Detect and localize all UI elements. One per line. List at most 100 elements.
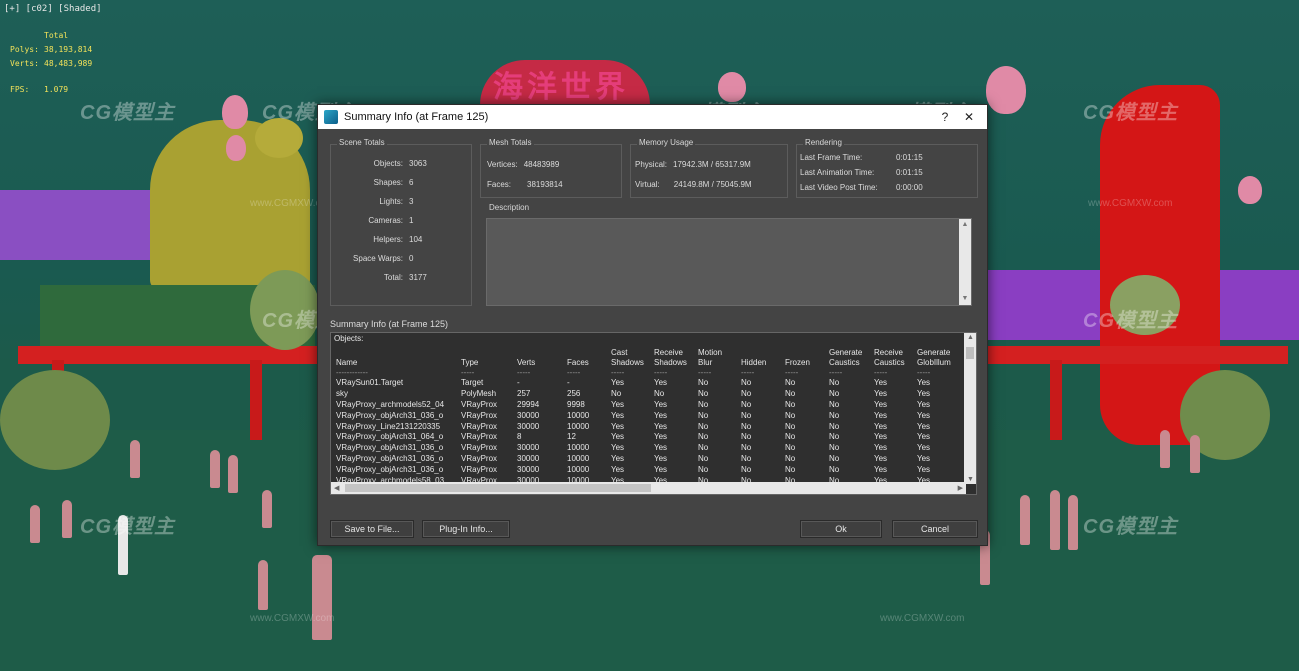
mesh-faces: Faces: 38193814	[487, 180, 563, 189]
objects-summary-list[interactable]: Objects: Name Type Verts Faces Cast Shadows Re…	[330, 332, 977, 495]
table-row[interactable]: sky PolyMesh 257 256 No No No No No No Yes Yes	[336, 389, 962, 400]
viewport-statistics: Total Polys: 38,193,814 Verts: 48,483,989 …	[10, 29, 92, 97]
scene-totals-label: Scene Totals	[337, 138, 387, 147]
table-cell: No	[698, 410, 709, 420]
scene-person	[62, 500, 72, 538]
scene-person	[1050, 490, 1060, 550]
table-cell: No	[741, 421, 752, 431]
scene-tree	[0, 370, 110, 470]
table-cell: No	[741, 410, 752, 420]
table-cell: Yes	[874, 388, 888, 398]
column-header: Type	[461, 358, 479, 367]
table-cell: Yes	[917, 432, 931, 442]
scene-building-left	[0, 190, 150, 260]
watermark-url: www.CGMXW.com	[250, 613, 335, 624]
table-cell: No	[698, 378, 709, 387]
column-header: Verts	[517, 358, 536, 367]
table-row[interactable]: VRayProxy_archmodels52_04 VRayProx 29994 99…	[336, 400, 962, 411]
table-row[interactable]: VRayProxy_objArch31_064_o VRayProx 8 12 Yes Y…	[336, 432, 962, 443]
save-to-file-button[interactable]: Save to File...	[330, 520, 414, 538]
table-cell: VRayProx	[461, 443, 498, 453]
ok-button[interactable]: Ok	[800, 520, 882, 538]
last-video-post-time: Last Video Post Time: 0:00:00	[800, 183, 923, 192]
table-row[interactable]: VRayProxy_objArch31_036_o VRayProx 30000 10…	[336, 454, 962, 465]
table-cell: Yes	[654, 432, 668, 442]
table-cell: -	[517, 378, 520, 387]
table-cell: No	[829, 421, 840, 431]
table-cell: Yes	[611, 454, 625, 464]
pink-balloon	[1238, 176, 1262, 204]
column-header: Motion Blur	[698, 348, 723, 367]
stats-fps: FPS: 1.079	[10, 85, 69, 94]
table-cell: No	[785, 388, 796, 398]
stats-header: Total	[44, 31, 69, 40]
table-cell: 10000	[567, 443, 590, 453]
watermark-logo: CG模型主	[80, 516, 175, 538]
plugin-info-button[interactable]: Plug-In Info...	[422, 520, 510, 538]
scroll-right-icon[interactable]: ▶	[958, 484, 963, 492]
list-vertical-scrollbar[interactable]: ▲ ▼	[964, 333, 976, 484]
table-cell: No	[829, 465, 840, 475]
stats-polys: Polys: 38,193,814	[10, 45, 93, 54]
table-cell: No	[611, 388, 622, 398]
table-cell: Yes	[654, 465, 668, 475]
table-cell: No	[741, 454, 752, 464]
vertical-scroll-thumb[interactable]	[966, 347, 974, 359]
list-horizontal-scrollbar[interactable]: ◀ ▶	[331, 482, 966, 494]
scene-person	[228, 455, 238, 493]
table-cell: Yes	[917, 399, 931, 409]
table-row[interactable]: VRayProxy_Line2131220335 VRayProx 30000 100…	[336, 422, 962, 433]
red-gate-right	[988, 346, 1288, 364]
scene-person	[1020, 495, 1030, 545]
table-cell: PolyMesh	[461, 388, 497, 398]
table-cell: No	[785, 465, 796, 475]
scene-person	[1160, 430, 1170, 468]
table-row[interactable]: VRaySun01.Target Target - - Yes Yes No No No No Ye…	[336, 378, 962, 389]
table-cell: Yes	[874, 465, 888, 475]
table-row[interactable]: VRayProxy_objArch31_036_o VRayProx 30000 10…	[336, 465, 962, 476]
description-scrollbar[interactable]: ▲ ▼	[959, 219, 971, 305]
scroll-left-icon[interactable]: ◀	[334, 484, 339, 492]
table-cell: No	[698, 454, 709, 464]
mesh-totals-group: Mesh Totals Vertices: 48483989 Faces: 3819…	[480, 138, 622, 198]
scroll-up-icon[interactable]: ▲	[959, 219, 971, 231]
table-row[interactable]: VRayProxy_objArch31_036_o VRayProx 30000 10…	[336, 443, 962, 454]
table-cell: sky	[336, 388, 348, 398]
table-cell: VRayProx	[461, 399, 498, 409]
memory-virtual: Virtual: 24149.8M / 75045.9M	[635, 180, 752, 189]
horizontal-scroll-thumb[interactable]	[345, 484, 651, 492]
table-cell: No	[785, 410, 796, 420]
table-cell: Yes	[611, 432, 625, 442]
help-button[interactable]: ?	[933, 110, 957, 124]
table-cell: Yes	[874, 454, 888, 464]
dialog-titlebar[interactable]: Summary Info (at Frame 125) ? ✕	[318, 105, 987, 129]
table-cell: VRayProx	[461, 421, 498, 431]
scene-person	[258, 560, 268, 610]
table-cell: Yes	[654, 410, 668, 420]
last-animation-time: Last Animation Time: 0:01:15	[800, 168, 923, 177]
table-cell: Yes	[611, 465, 625, 475]
scene-person	[130, 440, 140, 478]
table-row[interactable]: VRayProxy_objArch31_036_o VRayProx 30000 10…	[336, 411, 962, 422]
scroll-down-icon[interactable]: ▼	[967, 476, 974, 483]
watermark-logo: CG模型主	[1083, 102, 1178, 124]
column-header: Cast Shadows	[611, 348, 644, 367]
column-header: Hidden	[741, 358, 767, 367]
description-label: Description	[487, 203, 532, 212]
objects-label: Objects:	[334, 334, 364, 343]
table-cell: Yes	[654, 378, 668, 387]
column-header: Faces	[567, 358, 589, 367]
scroll-down-icon[interactable]: ▼	[959, 293, 971, 305]
description-textarea[interactable]: ▲ ▼	[486, 218, 972, 306]
cancel-button[interactable]: Cancel	[892, 520, 978, 538]
scene-total-row: Total: 3177	[383, 273, 427, 282]
table-cell: No	[829, 378, 840, 387]
table-cell: No	[785, 399, 796, 409]
table-cell: VRayProxy_objArch31_036_o	[336, 410, 444, 420]
close-icon[interactable]: ✕	[957, 110, 981, 124]
scroll-up-icon[interactable]: ▲	[967, 334, 974, 341]
table-cell: 10000	[567, 421, 590, 431]
viewport-label-menu[interactable]: [+] [c02] [Shaded]	[4, 4, 102, 14]
table-cell: Yes	[917, 454, 931, 464]
table-cell: No	[741, 443, 752, 453]
